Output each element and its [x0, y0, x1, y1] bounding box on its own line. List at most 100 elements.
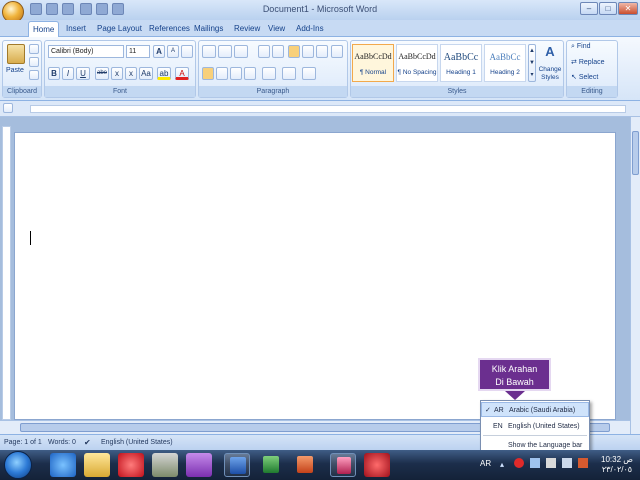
font-color-button[interactable]: A — [175, 67, 189, 80]
cut-icon[interactable] — [29, 44, 39, 54]
vertical-scrollbar[interactable] — [630, 117, 640, 435]
tray-clock[interactable]: 10:32 ص ٢٣/٠٢/٠٥ — [596, 455, 638, 475]
change-styles-icon[interactable]: A — [541, 44, 559, 60]
language-option-english[interactable]: EN English (United States) — [481, 419, 589, 434]
callout-line-2: Di Bawah — [495, 377, 534, 387]
text-cursor — [30, 231, 31, 245]
volume-icon[interactable] — [562, 458, 572, 468]
underline-button[interactable]: U — [76, 67, 90, 80]
clear-formatting-icon[interactable] — [181, 45, 193, 58]
page-count[interactable]: Page: 1 of 1 — [4, 439, 42, 446]
tab-page-layout[interactable]: Page Layout — [93, 21, 146, 37]
shrink-font-button[interactable]: A — [167, 45, 179, 58]
clipboard-group-label: Clipboard — [3, 86, 41, 97]
justify-icon[interactable] — [244, 67, 256, 80]
undo-icon[interactable] — [46, 3, 58, 15]
redo-icon[interactable] — [62, 3, 74, 15]
replace-button[interactable]: ⇄ Replace — [571, 58, 605, 66]
highlight-button[interactable]: ab — [157, 67, 171, 80]
italic-button[interactable]: I — [62, 67, 74, 80]
media-player-icon[interactable] — [152, 453, 178, 477]
font-name-input[interactable]: Calibri (Body) — [48, 45, 124, 58]
save-icon[interactable] — [30, 3, 42, 15]
powerpoint-taskbar-button[interactable] — [292, 453, 318, 477]
multilevel-list-icon[interactable] — [234, 45, 248, 58]
tray-language-indicator[interactable]: AR — [480, 459, 491, 468]
minimize-button[interactable]: – — [580, 2, 598, 15]
internet-explorer-icon[interactable] — [50, 453, 76, 477]
vertical-scroll-thumb[interactable] — [632, 131, 639, 175]
strikethrough-button[interactable]: abe — [95, 67, 109, 80]
security-icon[interactable] — [514, 458, 524, 468]
ruler-scale[interactable] — [30, 105, 626, 113]
network-icon[interactable] — [546, 458, 556, 468]
excel-icon — [263, 456, 279, 473]
excel-taskbar-button[interactable] — [258, 453, 284, 477]
style-preview: AaBbCcDd — [354, 52, 392, 61]
decrease-indent-icon[interactable] — [258, 45, 270, 58]
tab-mailings[interactable]: Mailings — [190, 21, 227, 37]
style-preview: AaBbCc — [443, 52, 479, 63]
copy-icon[interactable] — [29, 57, 39, 67]
language-name: Arabic (Saudi Arabia) — [509, 407, 576, 414]
paste-button-label[interactable]: Paste — [6, 67, 24, 74]
snipping-tool-button[interactable] — [330, 453, 356, 477]
style-no-spacing[interactable]: AaBbCcDd ¶ No Spacing — [396, 44, 438, 82]
subscript-button[interactable]: x — [111, 67, 123, 80]
open-folder-icon[interactable] — [96, 3, 108, 15]
line-spacing-icon[interactable] — [262, 67, 276, 80]
align-right-icon[interactable] — [230, 67, 242, 80]
select-button[interactable]: ↖ Select — [571, 73, 598, 81]
paste-icon[interactable] — [7, 44, 25, 64]
word-count[interactable]: Words: 0 — [48, 439, 76, 446]
style-heading-2[interactable]: AaBbCc Heading 2 — [484, 44, 526, 82]
tab-insert[interactable]: Insert — [62, 21, 90, 37]
maximize-button[interactable]: □ — [599, 2, 617, 15]
bullets-icon[interactable] — [202, 45, 216, 58]
change-case-button[interactable]: Aa — [139, 67, 153, 80]
opera-icon[interactable] — [118, 453, 144, 477]
app-icon[interactable] — [186, 453, 212, 477]
tab-references[interactable]: References — [145, 21, 194, 37]
style-heading-1[interactable]: AaBbCc Heading 1 — [440, 44, 482, 82]
status-language[interactable]: English (United States) — [101, 439, 173, 446]
rtl-direction-icon[interactable] — [302, 45, 314, 58]
proofing-icon[interactable]: ✔ — [84, 438, 91, 447]
find-button[interactable]: ⌕ Find — [571, 43, 591, 51]
language-option-arabic[interactable]: ✓ AR Arabic (Saudi Arabia) — [481, 402, 589, 417]
sort-icon[interactable] — [316, 45, 328, 58]
tab-home[interactable]: Home — [28, 21, 60, 37]
red-app-icon[interactable] — [364, 453, 390, 477]
tab-selector-icon[interactable] — [3, 103, 13, 113]
align-left-icon[interactable] — [202, 67, 214, 80]
customize-toolbar-icon[interactable] — [112, 3, 124, 15]
shading-icon[interactable] — [282, 67, 296, 80]
tab-review[interactable]: Review — [230, 21, 264, 37]
numbering-icon[interactable] — [218, 45, 232, 58]
style-label: ¶ No Spacing — [397, 69, 437, 76]
change-styles-button[interactable]: Change Styles — [536, 66, 564, 82]
format-painter-icon[interactable] — [29, 70, 39, 80]
ltr-direction-icon[interactable] — [288, 45, 300, 58]
bold-button[interactable]: B — [48, 67, 60, 80]
close-button[interactable]: ✕ — [618, 2, 638, 15]
font-size-input[interactable]: 11 — [126, 45, 150, 58]
tab-add-ins[interactable]: Add-Ins — [292, 21, 328, 37]
show-marks-icon[interactable] — [331, 45, 343, 58]
styles-scroll-icon[interactable]: ▲ ▼ ▾ — [528, 44, 536, 82]
tray-expand-icon[interactable]: ▴ — [500, 460, 504, 469]
start-button[interactable] — [4, 451, 32, 479]
align-center-icon[interactable] — [216, 67, 228, 80]
grow-font-button[interactable]: A — [153, 45, 165, 58]
increase-indent-icon[interactable] — [272, 45, 284, 58]
word-taskbar-button[interactable] — [224, 453, 250, 477]
tray-app-icon[interactable] — [578, 458, 588, 468]
flag-icon[interactable] — [530, 458, 540, 468]
style-normal[interactable]: AaBbCcDd ¶ Normal — [352, 44, 394, 82]
folder-icon[interactable] — [84, 453, 110, 477]
tab-view[interactable]: View — [264, 21, 289, 37]
borders-icon[interactable] — [302, 67, 316, 80]
styles-group-label: Styles — [351, 86, 563, 97]
new-document-icon[interactable] — [80, 3, 92, 15]
superscript-button[interactable]: x — [125, 67, 137, 80]
